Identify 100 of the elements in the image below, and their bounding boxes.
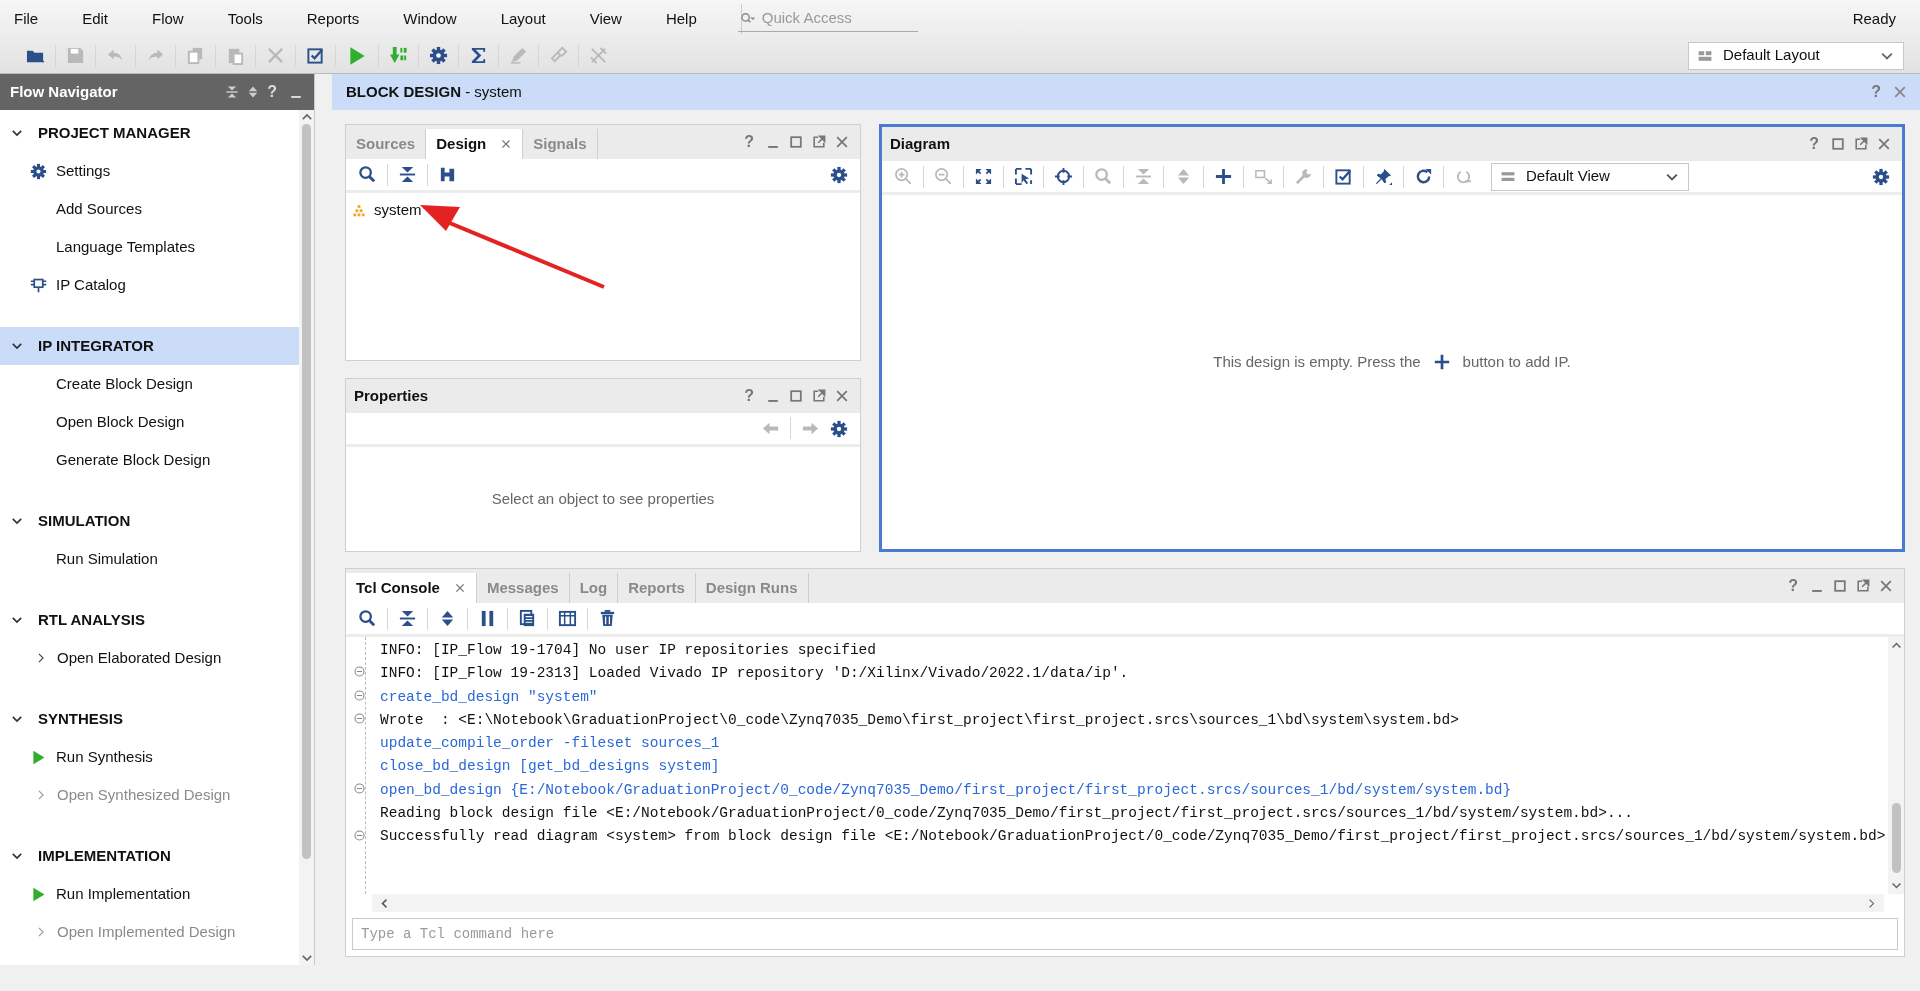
refresh-icon[interactable] — [1414, 167, 1433, 186]
download-icon[interactable] — [389, 46, 408, 65]
menu-item[interactable]: View — [589, 7, 622, 31]
menu-item[interactable]: Tools — [227, 7, 263, 31]
nav-item[interactable]: Run Implementation — [0, 875, 299, 913]
empty-message: Select an object to see properties — [491, 488, 715, 509]
scrollbar-thumb[interactable] — [1891, 803, 1901, 873]
search-icon[interactable] — [358, 165, 377, 184]
section-header[interactable]: SIMULATION — [0, 502, 299, 540]
diagram-panel[interactable]: Diagram ? Default View This design is empty. Press the button to add IP. — [879, 124, 1905, 552]
console-line: Reading block design file <E:/Notebook/GraduationProject/0_code/Zynq7035_Demo/first_project/first_project.srcs/sources_1/bd/system/system.bd>... — [380, 804, 1634, 824]
panel-title: Diagram — [889, 133, 951, 154]
maximize-icon[interactable] — [788, 134, 804, 150]
section-header[interactable]: IMPLEMENTATION — [0, 837, 299, 875]
nav-item[interactable]: Run Synthesis — [0, 738, 299, 776]
gear-icon[interactable] — [1872, 168, 1890, 187]
trash-icon[interactable] — [598, 609, 617, 628]
section-header[interactable]: IP INTEGRATOR — [0, 327, 299, 365]
gear-icon[interactable] — [830, 166, 848, 185]
console-line: close_bd_design [get_bd_designs system] — [380, 757, 721, 777]
plus-icon — [1432, 353, 1451, 371]
menu-item[interactable]: Layout — [500, 7, 546, 31]
command-input[interactable]: Type a Tcl command here — [352, 918, 1898, 950]
nav-item[interactable]: Language Templates — [0, 228, 299, 266]
scrollbar[interactable] — [372, 894, 1884, 912]
section-header[interactable]: RTL ANALYSIS — [0, 601, 299, 639]
close-icon[interactable] — [453, 582, 466, 594]
scrollbar[interactable] — [1888, 637, 1904, 894]
scrollbar-thumb[interactable] — [302, 124, 311, 860]
console-line: create_bd_design "system" — [380, 687, 599, 707]
gear-icon[interactable] — [830, 420, 848, 439]
nav-item[interactable]: Add Sources — [0, 190, 299, 228]
nav-item[interactable]: Create Block Design — [0, 365, 299, 403]
close-icon[interactable] — [1876, 136, 1892, 152]
close-icon[interactable] — [1878, 578, 1894, 594]
close-icon[interactable] — [1892, 84, 1908, 100]
panel-title: Properties — [353, 385, 429, 406]
float-icon[interactable] — [1853, 136, 1869, 152]
search-icon[interactable] — [358, 609, 377, 628]
help-button[interactable]: ? — [1809, 132, 1819, 156]
section-header[interactable]: SYNTHESIS — [0, 700, 299, 738]
layout-dropdown[interactable]: Default Layout — [1688, 41, 1904, 70]
menu-item[interactable]: Edit — [82, 7, 109, 31]
panel-title: BLOCK DESIGN - system — [346, 81, 522, 102]
fold-icon[interactable] — [352, 711, 367, 727]
nav-item[interactable]: Generate Block Design — [0, 441, 299, 479]
maximize-icon[interactable] — [1830, 136, 1846, 152]
view-dropdown[interactable]: Default View — [1491, 162, 1689, 191]
nav-item[interactable]: Open Elaborated Design — [0, 639, 299, 677]
float-icon[interactable] — [1855, 578, 1871, 594]
section-header[interactable]: PROJECT MANAGER — [0, 114, 299, 152]
sum-icon[interactable] — [469, 46, 488, 65]
close-icon[interactable] — [500, 138, 513, 150]
help-button[interactable]: ? — [744, 383, 754, 408]
search-field[interactable]: Quick Access — [759, 6, 910, 31]
collapse-icon[interactable] — [225, 85, 240, 99]
nav-item[interactable]: Open Block Design — [0, 403, 299, 441]
maximize-icon[interactable] — [788, 387, 804, 404]
help-button[interactable]: ? — [744, 130, 754, 154]
nav-item[interactable]: Settings — [0, 152, 299, 190]
collapse-icon[interactable] — [398, 165, 417, 184]
plus-icon[interactable] — [1214, 167, 1233, 186]
gear-icon[interactable] — [429, 46, 448, 65]
float-icon[interactable] — [811, 134, 827, 150]
menu-item[interactable]: Window — [403, 7, 457, 31]
fold-icon[interactable] — [352, 664, 367, 680]
empty-message: button to add IP. — [1462, 351, 1571, 372]
collapse-icon[interactable] — [398, 609, 417, 628]
nav-item[interactable]: Run Simulation — [0, 540, 299, 578]
menu-item[interactable]: Help — [665, 7, 697, 31]
crosshair-icon[interactable] — [1054, 167, 1073, 186]
scrollbar[interactable] — [299, 110, 314, 965]
float-icon[interactable] — [811, 387, 827, 404]
checkbox-icon[interactable] — [1334, 167, 1353, 186]
fold-icon[interactable] — [352, 827, 367, 843]
help-button[interactable]: ? — [1788, 574, 1798, 598]
menu-item[interactable]: Flow — [152, 7, 184, 31]
empty-message: This design is empty. Press the — [1213, 351, 1421, 372]
checkbox-icon[interactable] — [306, 46, 325, 65]
tab[interactable]: Tcl Console — [346, 573, 477, 603]
help-button[interactable]: ? — [267, 80, 277, 104]
fit-icon[interactable] — [974, 167, 993, 186]
menu-item[interactable]: File — [14, 7, 39, 31]
console-line: INFO: [IP_Flow 19-1704] No user IP repositories specified — [380, 641, 877, 660]
run-icon — [30, 748, 47, 766]
maximize-icon[interactable] — [1832, 578, 1848, 594]
fold-icon[interactable] — [352, 780, 367, 796]
pin-icon[interactable] — [1374, 167, 1393, 186]
nav-item[interactable]: IP Catalog — [0, 266, 299, 304]
console-line: Wrote : <E:\Notebook\GraduationProject\0_code\Zynq7035_Demo\first_project\first_project.srcs\sources_1\bd\system\system.bd> — [380, 710, 1460, 730]
console-line: update_compile_order -fileset sources_1 — [380, 734, 721, 754]
selection-icon[interactable] — [1014, 167, 1033, 186]
hierarchy-icon[interactable] — [438, 165, 457, 184]
fold-icon[interactable] — [352, 687, 367, 703]
tree-item[interactable]: system — [374, 199, 422, 222]
document-icon[interactable] — [518, 609, 537, 628]
tab[interactable]: Design — [426, 129, 524, 159]
close-icon[interactable] — [834, 134, 850, 150]
menu-item[interactable]: Reports — [306, 7, 360, 31]
columns-icon[interactable] — [558, 609, 577, 628]
